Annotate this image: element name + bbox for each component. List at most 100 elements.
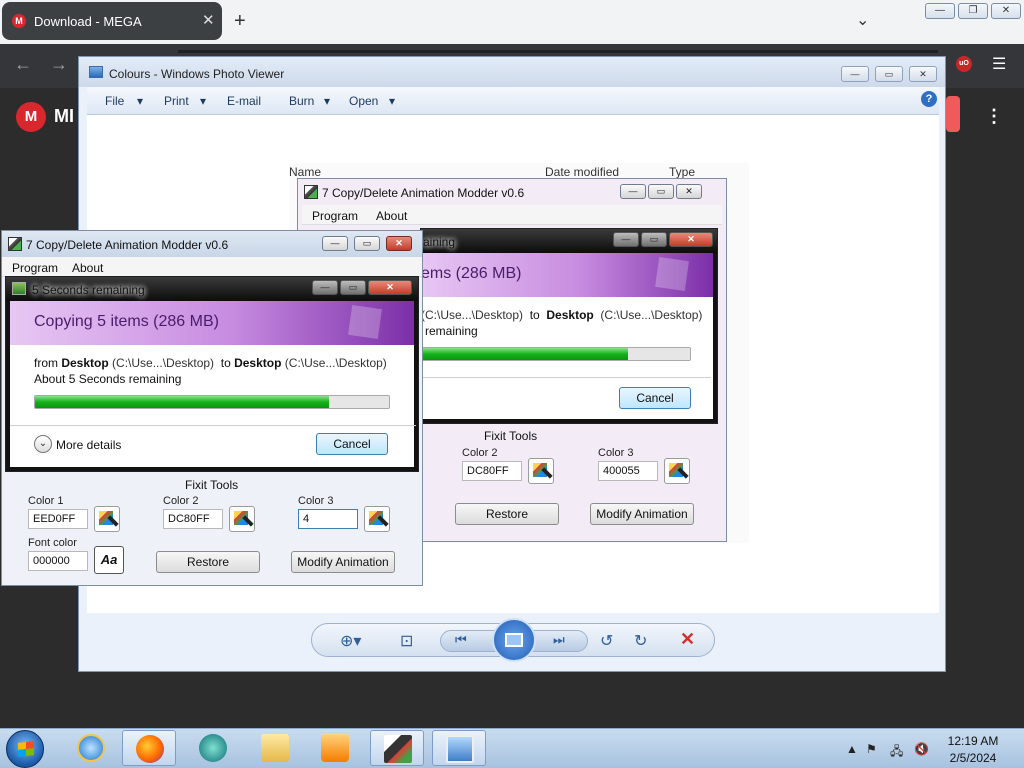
next-icon[interactable]: ⏭	[553, 632, 565, 648]
color2-input[interactable]: DC80FF	[462, 461, 522, 481]
taskbar-modder[interactable]	[370, 730, 424, 766]
copy-back-body: ems (286 MB) (C:\Use...\Desktop) to Desk…	[421, 253, 713, 419]
slideshow-button[interactable]	[492, 618, 536, 662]
ublock-extension-icon[interactable]: uO	[956, 56, 972, 72]
modder-back-minimize-button[interactable]: —	[620, 184, 646, 199]
copy-front-close-button[interactable]: ✕	[368, 280, 412, 295]
tab-close-icon[interactable]: ✕	[202, 11, 215, 29]
modder-back-close-button[interactable]: ✕	[676, 184, 702, 199]
taskbar-ie[interactable]	[64, 730, 118, 766]
mega-logo-text: MI	[54, 106, 74, 126]
forward-arrow-icon[interactable]: →	[50, 54, 68, 75]
delete-icon[interactable]: ✕	[680, 629, 695, 650]
taskbar-app-orb[interactable]	[186, 730, 240, 766]
copy-dialog-icon	[12, 282, 26, 295]
paintbrush-icon[interactable]	[528, 458, 554, 484]
copy-back-cancel-button[interactable]: Cancel	[619, 387, 691, 409]
start-button[interactable]	[6, 730, 44, 768]
paintbrush-icon[interactable]	[364, 506, 390, 532]
modder-front-minimize-button[interactable]: —	[322, 236, 348, 251]
taskbar-media-player[interactable]	[308, 730, 362, 766]
copy-back-close-button[interactable]: ✕	[669, 232, 713, 247]
restore-button[interactable]: Restore	[156, 551, 260, 573]
color3-input[interactable]: 400055	[598, 461, 658, 481]
rotate-clockwise-icon[interactable]: ↻	[634, 631, 647, 651]
taskbar-photo-viewer[interactable]	[432, 730, 486, 766]
copy-back-path-line: (C:\Use...\Desktop) to Desktop (C:\Use..…	[421, 308, 703, 322]
menu-burn[interactable]: Burn	[289, 94, 314, 108]
menu-email[interactable]: E-mail	[227, 94, 261, 108]
paintbrush-icon[interactable]	[94, 506, 120, 532]
browser-tab-active[interactable]: M Download - MEGA ✕	[2, 2, 222, 40]
rotate-counterclockwise-icon[interactable]: ↺	[600, 631, 613, 651]
copy-back-maximize-button[interactable]: ▭	[641, 232, 667, 247]
paintbrush-icon[interactable]	[229, 506, 255, 532]
modder-front-maximize-button[interactable]: ▭	[354, 236, 380, 251]
show-hidden-icons-icon[interactable]: ▲	[846, 742, 858, 756]
browser-minimize-button[interactable]: —	[925, 3, 955, 19]
menu-program[interactable]: Program	[12, 261, 58, 275]
pv-minimize-button[interactable]: —	[841, 66, 869, 82]
restore-button[interactable]: Restore	[455, 503, 559, 525]
copy-back-progress	[421, 347, 691, 361]
modder-back-maximize-button[interactable]: ▭	[648, 184, 674, 199]
color1-input[interactable]: EED0FF	[28, 509, 88, 529]
chevron-down-icon[interactable]: ▾	[137, 94, 143, 108]
kebab-menu-icon[interactable]: ⋮	[985, 106, 1003, 127]
zoom-icon[interactable]: ⊕▾	[340, 631, 361, 651]
mega-logo-icon[interactable]: M	[16, 102, 46, 132]
copy-front-cancel-button[interactable]: Cancel	[316, 433, 388, 455]
modify-animation-button[interactable]: Modify Animation	[590, 503, 694, 525]
action-center-flag-icon[interactable]: ⚑	[866, 742, 877, 756]
previous-icon[interactable]: ⏮	[455, 632, 467, 648]
address-bar[interactable]	[178, 50, 938, 53]
menu-file[interactable]: File	[105, 94, 124, 108]
browser-close-button[interactable]: ✕	[991, 3, 1021, 19]
font-picker-button[interactable]: Aa	[94, 546, 124, 574]
chevron-down-icon[interactable]: ▾	[200, 94, 206, 108]
help-icon[interactable]: ?	[921, 91, 937, 107]
browser-restore-button[interactable]: ❐	[958, 3, 988, 19]
copy-front-minimize-button[interactable]: —	[312, 280, 338, 295]
paintbrush-icon[interactable]	[664, 458, 690, 484]
media-icon	[321, 734, 349, 762]
photo-viewer-app-icon	[89, 66, 103, 78]
modify-animation-button[interactable]: Modify Animation	[291, 551, 395, 573]
menu-about[interactable]: About	[376, 209, 407, 223]
color3-input[interactable]: 4	[298, 509, 358, 529]
menu-program[interactable]: Program	[312, 209, 358, 223]
tab-search-chevron-icon[interactable]: ⌄	[856, 10, 869, 30]
back-arrow-icon[interactable]: ←	[14, 54, 32, 75]
modder-front-titlebar[interactable]: 7 Copy/Delete Animation Modder v0.6 — ▭ …	[2, 231, 422, 257]
copy-back-titlebar[interactable]: aining — ▭ ✕	[421, 229, 717, 253]
menu-about[interactable]: About	[72, 261, 103, 275]
pv-maximize-button[interactable]: ▭	[875, 66, 903, 82]
network-icon[interactable]: 🖧	[890, 742, 903, 763]
color2-input[interactable]: DC80FF	[163, 509, 223, 529]
photo-viewer-controls: ⊕▾ ⊡ ⏮ ⏭ ↺ ↻ ✕	[311, 618, 715, 662]
banner-decoration	[348, 305, 382, 339]
browser-menu-icon[interactable]: ☰	[992, 54, 1006, 74]
copy-front-maximize-button[interactable]: ▭	[340, 280, 366, 295]
pv-close-button[interactable]: ✕	[909, 66, 937, 82]
menu-print[interactable]: Print	[164, 94, 189, 108]
taskbar-explorer[interactable]	[248, 730, 302, 766]
modder-front-close-button[interactable]: ✕	[386, 236, 412, 251]
modder-back-titlebar[interactable]: 7 Copy/Delete Animation Modder v0.6 — ▭ …	[298, 179, 726, 205]
volume-muted-icon[interactable]: 🔇	[914, 742, 929, 756]
chevron-down-icon[interactable]: ▾	[389, 94, 395, 108]
modder-app-icon	[8, 237, 22, 251]
copy-front-titlebar[interactable]: 5 Seconds remaining — ▭ ✕	[6, 277, 418, 301]
chevron-down-icon[interactable]: ⌄	[34, 435, 52, 453]
copy-back-minimize-button[interactable]: —	[613, 232, 639, 247]
clock[interactable]: 12:19 AM 2/5/2024	[940, 734, 1006, 765]
more-details-toggle[interactable]: More details	[56, 438, 121, 452]
actual-size-icon[interactable]: ⊡	[400, 631, 413, 651]
menu-open[interactable]: Open	[349, 94, 378, 108]
mega-red-button[interactable]	[946, 96, 960, 132]
chevron-down-icon[interactable]: ▾	[324, 94, 330, 108]
photo-viewer-titlebar[interactable]: Colours - Windows Photo Viewer — ▭ ✕	[79, 57, 945, 87]
font-color-input[interactable]: 000000	[28, 551, 88, 571]
taskbar-firefox[interactable]	[122, 730, 176, 766]
new-tab-button[interactable]: +	[234, 10, 246, 33]
